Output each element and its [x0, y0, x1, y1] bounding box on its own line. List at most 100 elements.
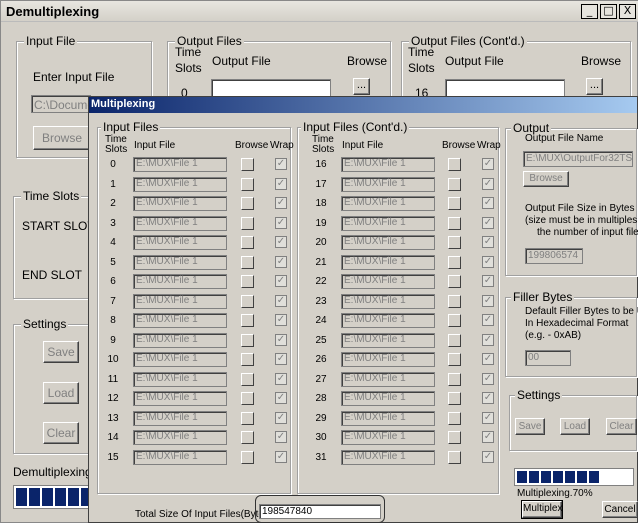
input-file-field[interactable]: E:\MUX\File 1: [133, 196, 227, 211]
input-browse-button[interactable]: [241, 372, 254, 386]
input-contd-wrap-checkbox[interactable]: ✓: [482, 372, 494, 385]
input-file-field[interactable]: E:\MUX\File 1: [133, 176, 227, 192]
input-contd-file-field[interactable]: E:\MUX\File 1: [341, 235, 435, 250]
input-wrap-checkbox[interactable]: ✓: [275, 158, 287, 170]
input-browse-button[interactable]: [241, 177, 254, 191]
input-browse-button[interactable]: [241, 255, 254, 269]
input-contd-browse-button[interactable]: [448, 372, 461, 386]
input-contd-wrap-checkbox[interactable]: ✓: [482, 177, 494, 190]
input-contd-wrap-checkbox[interactable]: ✓: [482, 411, 494, 424]
input-browse-button[interactable]: [241, 158, 254, 171]
main-title-bar[interactable]: Demultiplexing _ □ X: [1, 1, 638, 22]
input-file-field[interactable]: E:\MUX\File 1: [133, 254, 227, 270]
maximize-icon[interactable]: □: [600, 4, 617, 19]
input-contd-browse-button[interactable]: [448, 275, 461, 288]
dialog-load-button[interactable]: Load: [560, 418, 590, 435]
input-file-field[interactable]: E:\MUX\File 1: [133, 410, 227, 426]
input-contd-wrap-checkbox[interactable]: ✓: [482, 236, 494, 248]
input-browse-button[interactable]: [241, 197, 254, 210]
dialog-save-button[interactable]: Save: [515, 418, 545, 435]
main-load-button[interactable]: Load: [43, 382, 79, 404]
input-contd-browse-button[interactable]: [448, 411, 461, 425]
input-contd-browse-button[interactable]: [448, 450, 461, 464]
input-contd-wrap-checkbox[interactable]: ✓: [482, 431, 494, 443]
input-contd-file-field[interactable]: E:\MUX\File 1: [341, 274, 435, 289]
input-wrap-checkbox[interactable]: ✓: [275, 411, 287, 424]
input-file-field[interactable]: E:\MUX\File 1: [133, 391, 227, 406]
input-contd-file-field[interactable]: E:\MUX\File 1: [341, 352, 435, 367]
input-contd-file-field[interactable]: E:\MUX\File 1: [341, 449, 435, 465]
input-wrap-checkbox[interactable]: ✓: [275, 392, 287, 404]
input-contd-file-field[interactable]: E:\MUX\File 1: [341, 332, 435, 348]
input-contd-file-field[interactable]: E:\MUX\File 1: [341, 215, 435, 231]
input-contd-file-field[interactable]: E:\MUX\File 1: [341, 430, 435, 445]
input-contd-browse-button[interactable]: [448, 353, 461, 366]
input-browse-button[interactable]: [241, 294, 254, 308]
cancel-button[interactable]: Cancel: [602, 501, 638, 518]
input-wrap-checkbox[interactable]: ✓: [275, 333, 287, 346]
input-contd-browse-button[interactable]: [448, 392, 461, 405]
input-file-field[interactable]: E:\MUX\File 1: [133, 293, 227, 309]
input-file-field[interactable]: E:\MUX\File 1: [133, 430, 227, 445]
close-icon[interactable]: X: [619, 4, 636, 19]
input-file-field[interactable]: E:\MUX\File 1: [133, 449, 227, 465]
input-file-field[interactable]: E:\MUX\File 1: [133, 352, 227, 367]
input-contd-file-field[interactable]: E:\MUX\File 1: [341, 410, 435, 426]
input-contd-file-field[interactable]: E:\MUX\File 1: [341, 176, 435, 192]
input-file-field[interactable]: C:\Docume: [31, 95, 91, 113]
input-file-field[interactable]: E:\MUX\File 1: [133, 332, 227, 348]
input-contd-browse-button[interactable]: [448, 158, 461, 171]
input-wrap-checkbox[interactable]: ✓: [275, 353, 287, 365]
input-file-field[interactable]: E:\MUX\File 1: [133, 215, 227, 231]
input-browse-button[interactable]: [241, 333, 254, 347]
input-contd-file-field[interactable]: E:\MUX\File 1: [341, 293, 435, 309]
input-contd-wrap-checkbox[interactable]: ✓: [482, 255, 494, 268]
input-contd-browse-button[interactable]: [448, 314, 461, 327]
input-contd-wrap-checkbox[interactable]: ✓: [482, 353, 494, 365]
output-file-name-field[interactable]: E:\MUX\OutputFor32TS: [523, 151, 633, 167]
minimize-icon[interactable]: _: [581, 4, 598, 19]
input-contd-browse-button[interactable]: [448, 431, 461, 444]
main-clear-button[interactable]: Clear: [43, 422, 79, 444]
main-save-button[interactable]: Save: [43, 341, 79, 363]
input-browse-button[interactable]: [241, 392, 254, 405]
input-browse-button[interactable]: [241, 431, 254, 444]
dialog-clear-button[interactable]: Clear: [606, 418, 637, 435]
input-wrap-checkbox[interactable]: ✓: [275, 197, 287, 209]
input-file-field[interactable]: E:\MUX\File 1: [133, 274, 227, 289]
input-file-field[interactable]: E:\MUX\File 1: [133, 371, 227, 387]
input-contd-file-field[interactable]: E:\MUX\File 1: [341, 157, 435, 172]
input-wrap-checkbox[interactable]: ✓: [275, 255, 287, 268]
input-file-field[interactable]: E:\MUX\File 1: [133, 313, 227, 328]
input-wrap-checkbox[interactable]: ✓: [275, 314, 287, 326]
multiplexing-title-bar[interactable]: Multiplexing: [89, 97, 637, 113]
input-contd-wrap-checkbox[interactable]: ✓: [482, 450, 494, 463]
input-wrap-checkbox[interactable]: ✓: [275, 294, 287, 307]
input-contd-browse-button[interactable]: [448, 177, 461, 191]
input-contd-wrap-checkbox[interactable]: ✓: [482, 333, 494, 346]
input-contd-browse-button[interactable]: [448, 333, 461, 347]
input-contd-browse-button[interactable]: [448, 236, 461, 249]
input-contd-file-field[interactable]: E:\MUX\File 1: [341, 254, 435, 270]
input-contd-wrap-checkbox[interactable]: ✓: [482, 197, 494, 209]
input-contd-wrap-checkbox[interactable]: ✓: [482, 392, 494, 404]
output-browse-button-dialog[interactable]: Browse: [523, 171, 569, 187]
input-contd-file-field[interactable]: E:\MUX\File 1: [341, 391, 435, 406]
input-wrap-checkbox[interactable]: ✓: [275, 431, 287, 443]
output-browse-button[interactable]: ...: [353, 78, 370, 95]
input-wrap-checkbox[interactable]: ✓: [275, 372, 287, 385]
input-browse-button[interactable]: Browse: [33, 126, 91, 150]
input-browse-button[interactable]: [241, 314, 254, 327]
output-size-field[interactable]: 199806574: [525, 248, 583, 264]
input-browse-button[interactable]: [241, 450, 254, 464]
input-wrap-checkbox[interactable]: ✓: [275, 275, 287, 287]
input-file-field[interactable]: E:\MUX\File 1: [133, 157, 227, 172]
input-wrap-checkbox[interactable]: ✓: [275, 236, 287, 248]
input-wrap-checkbox[interactable]: ✓: [275, 450, 287, 463]
input-contd-wrap-checkbox[interactable]: ✓: [482, 216, 494, 229]
input-contd-browse-button[interactable]: [448, 216, 461, 230]
input-browse-button[interactable]: [241, 236, 254, 249]
input-wrap-checkbox[interactable]: ✓: [275, 216, 287, 229]
input-browse-button[interactable]: [241, 353, 254, 366]
input-browse-button[interactable]: [241, 275, 254, 288]
